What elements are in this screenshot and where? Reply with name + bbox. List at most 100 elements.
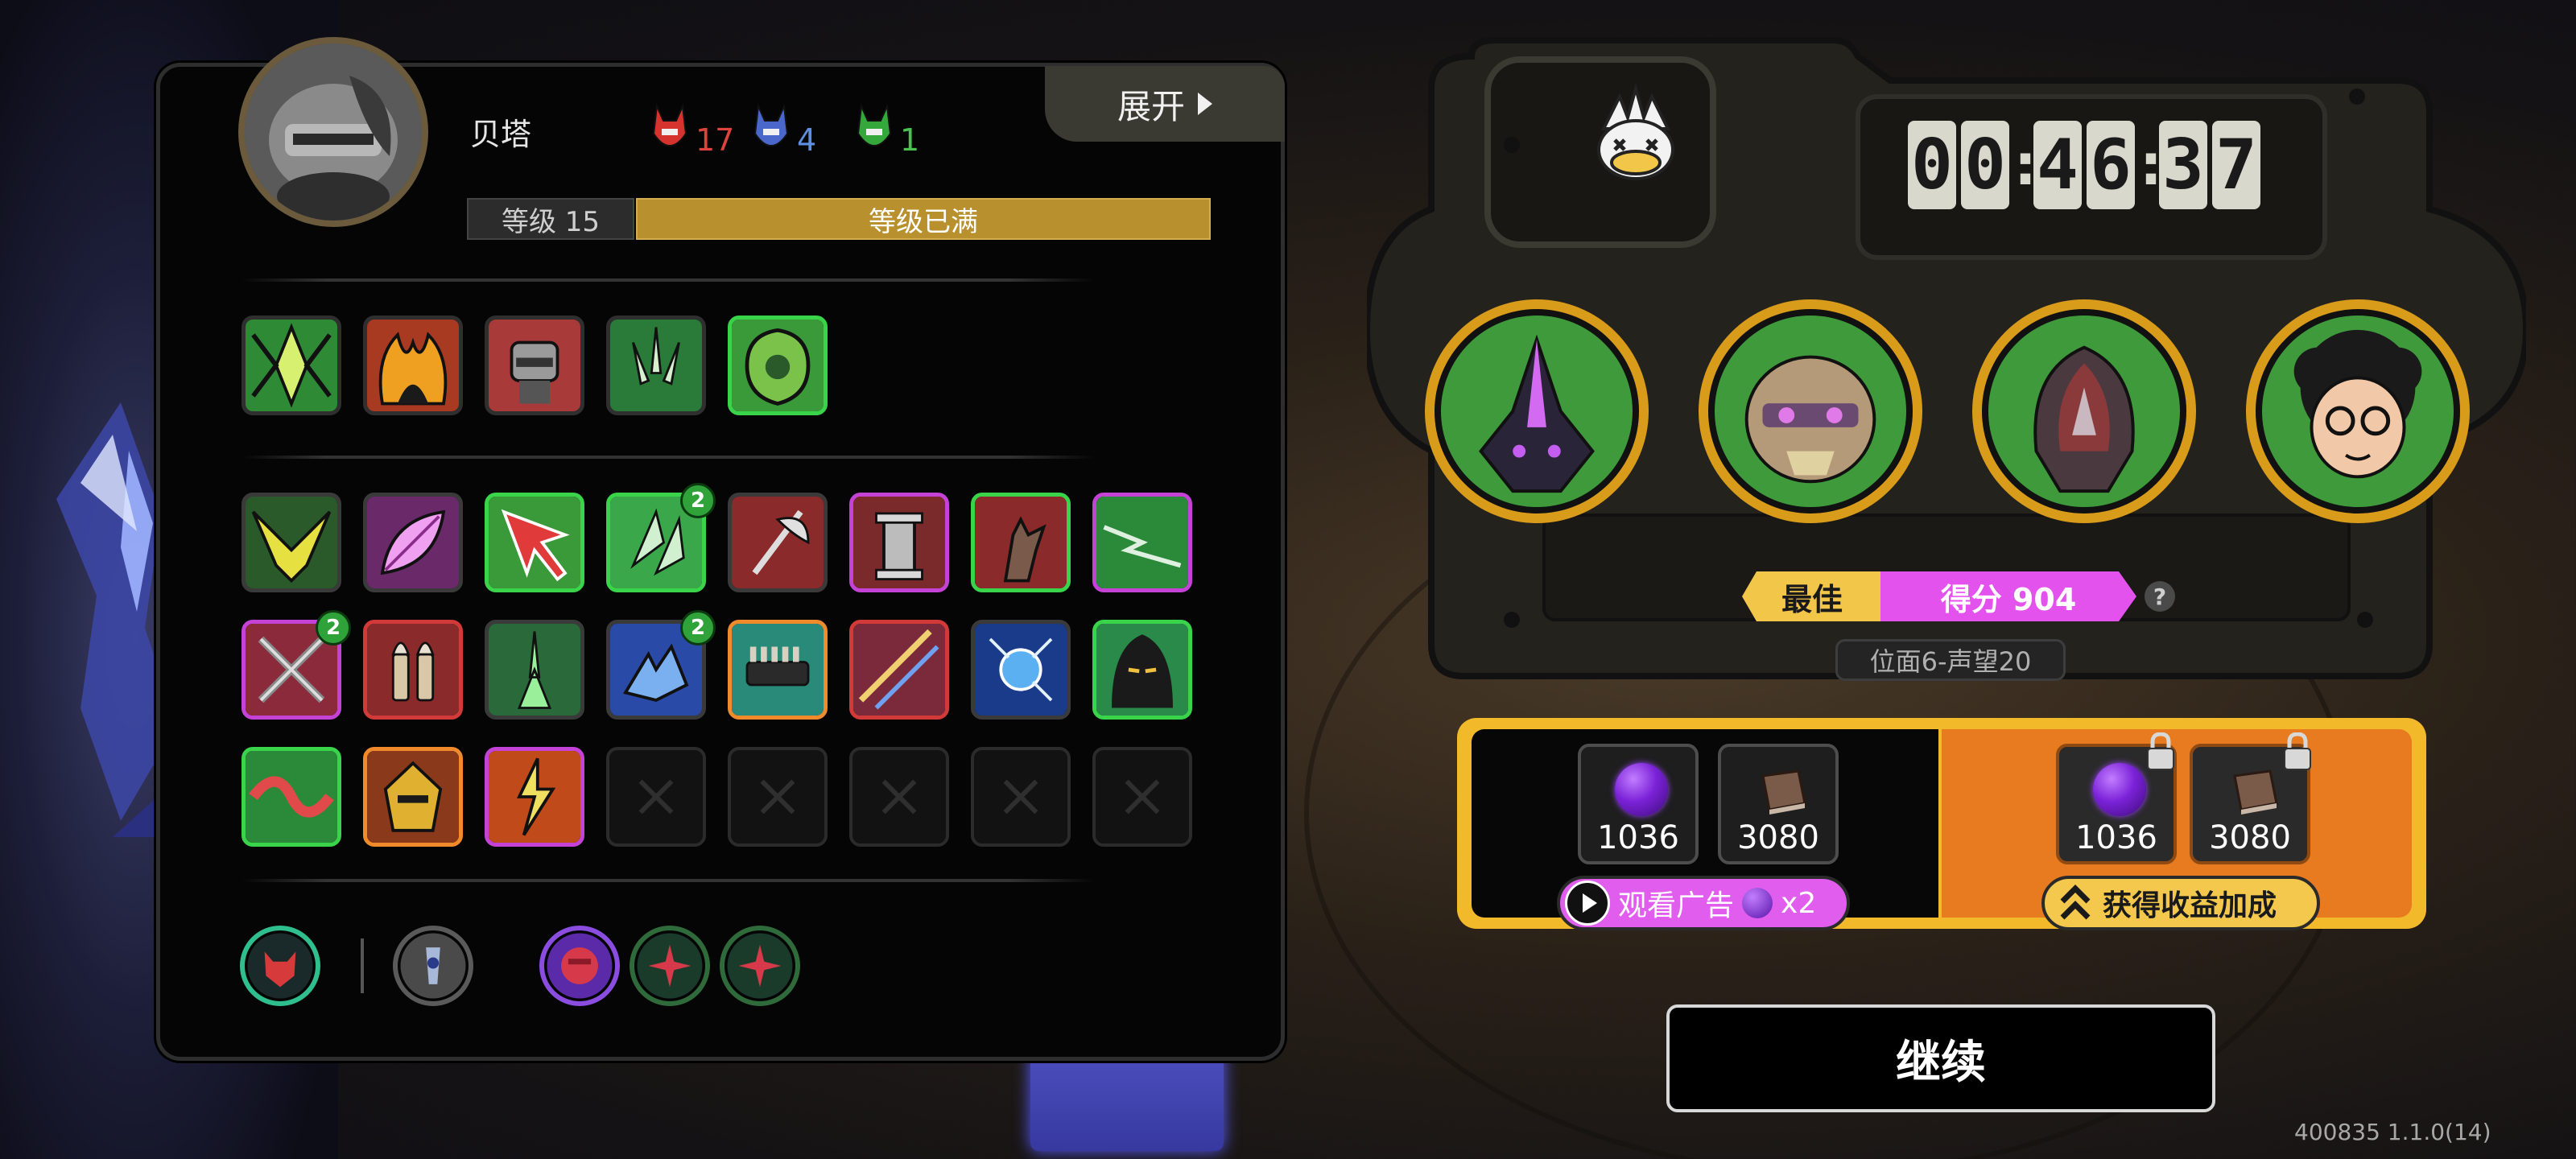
golden-helm-icon	[367, 751, 459, 843]
equipped-skill-slot[interactable]	[728, 316, 828, 415]
flame-demon-icon	[367, 320, 459, 411]
green-armor-icon	[732, 320, 824, 411]
level-progress-bar: 等级已满	[636, 198, 1211, 240]
trait-slot[interactable]	[720, 926, 800, 1006]
fist-icon	[547, 933, 613, 999]
electric-orb-icon	[975, 624, 1067, 716]
inventory-slot[interactable]	[363, 620, 463, 720]
version-label: 400835 1.1.0(14)	[2294, 1119, 2491, 1145]
yellow-wings-icon	[246, 497, 337, 588]
inventory-slot[interactable]	[728, 620, 828, 720]
inventory-slot[interactable]	[728, 493, 828, 592]
trait-slot[interactable]	[539, 926, 620, 1006]
red-faction-icon	[652, 103, 687, 146]
character-name: 贝塔	[470, 117, 532, 152]
character-portrait[interactable]	[238, 37, 428, 227]
blue-faction-icon	[753, 103, 789, 146]
get-bonus-button[interactable]: 获得收益加成	[2041, 876, 2320, 930]
play-icon	[1565, 881, 1610, 926]
trait-slot[interactable]	[240, 926, 320, 1006]
bullets-icon	[367, 624, 459, 716]
trait-slot[interactable]	[630, 926, 710, 1006]
lock-icon	[2284, 732, 2311, 770]
equipped-skill-slot[interactable]	[242, 316, 341, 415]
help-icon[interactable]: ?	[2145, 581, 2175, 612]
inventory-slot[interactable]	[971, 620, 1071, 720]
trait-separator	[361, 938, 364, 993]
score-label: 得分 904	[1880, 571, 2136, 621]
inventory-slot[interactable]	[485, 620, 584, 720]
battle-axe-icon	[732, 497, 824, 588]
timer-digit: 3	[2159, 121, 2207, 209]
equipped-skill-slot[interactable]	[363, 316, 463, 415]
team-hero-2[interactable]	[1699, 299, 1922, 523]
divider	[242, 879, 1095, 882]
trait-slot[interactable]	[393, 926, 473, 1006]
inventory-slot[interactable]	[849, 493, 949, 592]
hooded-beast-icon	[1988, 316, 2180, 507]
reward-book-count: 3080	[1737, 819, 1819, 856]
duck-mascot-icon	[1579, 80, 1692, 193]
stack-count-badge: 2	[680, 610, 716, 645]
blue-faction-count: 4	[797, 122, 817, 158]
continue-button[interactable]: 继续	[1666, 1004, 2215, 1112]
red-faction-count: 17	[696, 122, 735, 158]
watch-ad-button[interactable]: 观看广告 x2	[1557, 876, 1850, 930]
inventory-slot[interactable]	[242, 747, 341, 847]
green-faction-icon	[857, 103, 892, 146]
book-icon	[1761, 769, 1806, 815]
inventory-slot[interactable]	[485, 493, 584, 592]
stack-count-badge: 2	[680, 483, 716, 518]
inventory-slot[interactable]	[971, 493, 1071, 592]
tribal-mask-icon	[1715, 316, 1906, 507]
stack-count-badge: 2	[316, 610, 351, 645]
empty-inventory-slot[interactable]	[728, 747, 828, 847]
timer-digit: 6	[2087, 121, 2135, 209]
inventory-slot[interactable]	[1092, 620, 1192, 720]
bonus-book-count: 3080	[2209, 819, 2291, 856]
book-icon	[2233, 769, 2278, 815]
inventory-slot[interactable]	[242, 493, 341, 592]
x-mark-icon	[1125, 779, 1160, 815]
timer-colon: :	[2014, 132, 2037, 198]
green-faction: 1	[855, 95, 919, 159]
pink-feather-icon	[367, 497, 459, 588]
empty-inventory-slot[interactable]	[849, 747, 949, 847]
stone-pillar-icon	[853, 497, 945, 588]
empty-inventory-slot[interactable]	[971, 747, 1071, 847]
armored-fist-icon	[489, 320, 580, 411]
inventory-slot[interactable]	[1092, 493, 1192, 592]
best-label: 最佳	[1742, 571, 1882, 621]
inventory-slot[interactable]	[363, 493, 463, 592]
team-hero-1[interactable]	[1425, 299, 1649, 523]
reward-book-item[interactable]: 3080	[1718, 744, 1839, 864]
inventory-slot[interactable]	[363, 747, 463, 847]
reward-orb-item[interactable]: 1036	[1578, 744, 1699, 864]
bonus-orb-count: 1036	[2075, 819, 2157, 856]
equipped-skill-slot[interactable]	[606, 316, 706, 415]
blue-faction: 4	[752, 95, 816, 159]
green-lightning-icon	[1096, 497, 1188, 588]
expand-button[interactable]: 展开	[1045, 66, 1285, 142]
inventory-slot[interactable]	[849, 620, 949, 720]
empty-inventory-slot[interactable]	[606, 747, 706, 847]
timer-digit: 4	[2033, 121, 2082, 209]
purple-orb-icon	[1742, 888, 1773, 918]
purple-orb-icon	[1615, 763, 1668, 816]
red-star-icon	[637, 933, 703, 999]
fire-lightning-icon	[489, 751, 580, 843]
red-arrow-icon	[489, 497, 580, 588]
empty-inventory-slot[interactable]	[1092, 747, 1192, 847]
team-hero-4[interactable]	[2246, 299, 2470, 523]
timer-digit: 0	[1961, 121, 2009, 209]
plane-reputation-label: 位面6-声望20	[1835, 639, 2066, 681]
inventory-slot[interactable]	[485, 747, 584, 847]
green-faction-count: 1	[900, 122, 920, 158]
get-bonus-label: 获得收益加成	[2103, 889, 2277, 922]
x-mark-icon	[881, 779, 917, 815]
demon-face-icon	[247, 933, 313, 999]
team-hero-3[interactable]	[1972, 299, 2196, 523]
equipped-skill-slot[interactable]	[485, 316, 584, 415]
red-ribbon-icon	[246, 751, 337, 843]
grabbing-hand-icon	[975, 497, 1067, 588]
